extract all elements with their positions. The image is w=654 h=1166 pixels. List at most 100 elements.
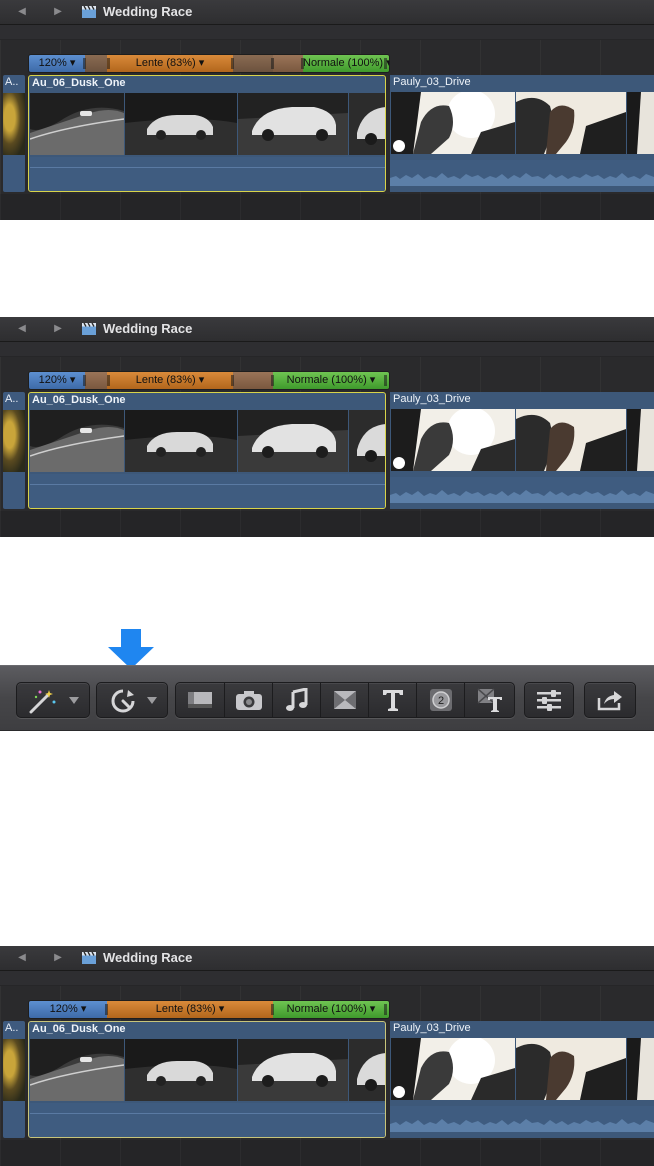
chevron-down-icon[interactable]: ▾	[67, 374, 76, 386]
clip-left-label: A..	[5, 393, 19, 405]
filmstrip-frame	[516, 1038, 626, 1100]
retime-button[interactable]	[96, 682, 168, 718]
speed-segment-label: Normale (100%)	[286, 374, 367, 386]
speed-segment[interactable]: Normale (100%) ▾	[303, 55, 389, 72]
timeline-panel: ◀ ▶ Wedding Race 120% ▾ Lente (83%) ▾ Norm…	[0, 0, 654, 220]
speed-transition-segment[interactable]	[85, 55, 107, 72]
speed-segment[interactable]: 120% ▾	[29, 55, 85, 72]
clip-left[interactable]: A..	[3, 75, 25, 192]
share-button[interactable]	[584, 682, 636, 718]
speed-transition-segment[interactable]	[233, 55, 273, 72]
retime-speed-bar[interactable]: 120% ▾Lente (83%) ▾Normale (100%) ▾	[28, 371, 390, 390]
titles-browser-icon[interactable]	[380, 687, 406, 713]
themes-browser-icon[interactable]	[476, 687, 504, 713]
timeline-header: ◀ ▶ Wedding Race	[0, 317, 654, 342]
clip-main-filmstrip	[30, 1039, 385, 1101]
retime-speed-bar[interactable]: 120% ▾Lente (83%) ▾Normale (100%) ▾	[28, 54, 390, 73]
clip-main-audio	[30, 1103, 385, 1137]
speed-segment[interactable]: Normale (100%) ▾	[273, 372, 389, 389]
speed-handle[interactable]	[384, 375, 387, 386]
transitions-browser-icon[interactable]	[332, 689, 358, 711]
filmstrip-frame	[125, 93, 237, 155]
magic-wand-icon	[29, 690, 56, 714]
chevron-down-icon[interactable]: ▾	[196, 374, 205, 386]
clip-right-name: Pauly_03_Drive	[393, 1022, 471, 1034]
svg-text:2: 2	[438, 695, 444, 707]
chevron-down-icon[interactable]: ▾	[367, 1003, 376, 1015]
speed-segment[interactable]: 120% ▾	[29, 1001, 107, 1018]
clip-main-name: Au_06_Dusk_One	[32, 1023, 126, 1035]
speed-segment[interactable]: Lente (83%) ▾	[107, 55, 233, 72]
speed-transition-segment[interactable]	[233, 372, 273, 389]
back-icon[interactable]: ◀	[14, 950, 30, 966]
speed-segment[interactable]: Lente (83%) ▾	[107, 1001, 273, 1018]
speed-handle[interactable]	[231, 375, 234, 386]
video-browser-icon[interactable]	[186, 689, 214, 711]
speed-handle[interactable]	[83, 58, 86, 69]
speed-transition-segment[interactable]	[273, 55, 303, 72]
timeline-ruler[interactable]	[0, 25, 654, 40]
clip-right-name: Pauly_03_Drive	[393, 76, 471, 88]
speed-handle[interactable]	[301, 58, 304, 69]
timeline-footer	[0, 511, 654, 537]
filmstrip-frame	[238, 1039, 348, 1101]
speed-handle[interactable]	[83, 375, 86, 386]
speed-segment[interactable]: Lente (83%) ▾	[107, 372, 233, 389]
retime-speed-bar[interactable]: 120% ▾Lente (83%) ▾Normale (100%) ▾	[28, 1000, 390, 1019]
chevron-down-icon[interactable]: ▾	[67, 57, 76, 69]
filmstrip-frame	[627, 1038, 654, 1100]
speed-segment-label: Normale (100%)	[286, 1003, 367, 1015]
speed-segment-label: Lente (83%)	[155, 1003, 216, 1015]
speed-handle[interactable]	[271, 375, 274, 386]
speed-handle[interactable]	[271, 58, 274, 69]
inspector-button[interactable]	[524, 682, 574, 718]
chevron-down-icon[interactable]: ▾	[78, 1003, 87, 1015]
back-icon[interactable]: ◀	[14, 321, 30, 337]
filmstrip-frame	[349, 410, 385, 472]
speed-handle[interactable]	[107, 375, 110, 386]
chevron-down-icon[interactable]: ▾	[367, 374, 376, 386]
speed-segment[interactable]: Normale (100%) ▾	[273, 1001, 389, 1018]
clip-left[interactable]: A..	[3, 392, 25, 509]
speed-handle[interactable]	[231, 58, 234, 69]
clip-right-waveform	[390, 1106, 654, 1132]
enhancements-button[interactable]	[16, 682, 90, 718]
clip-right-filmstrip	[391, 1038, 654, 1100]
forward-icon[interactable]: ▶	[50, 950, 66, 966]
clip-left-label: A..	[5, 76, 19, 88]
speed-handle[interactable]	[384, 58, 387, 69]
generators-browser-icon[interactable]: 2	[428, 687, 454, 713]
clip-left-label: A..	[5, 1022, 19, 1034]
chevron-down-icon	[147, 697, 157, 704]
speed-segment[interactable]: 120% ▾	[29, 372, 85, 389]
speed-segment-label: 120%	[38, 57, 67, 69]
clip-right[interactable]: Pauly_03_Drive	[390, 75, 654, 192]
clip-right[interactable]: Pauly_03_Drive	[390, 1021, 654, 1138]
speed-handle[interactable]	[105, 1004, 108, 1015]
selected-clip[interactable]: Au_06_Dusk_One	[28, 1021, 386, 1138]
back-icon[interactable]: ◀	[14, 4, 30, 20]
clip-main-audio	[30, 474, 385, 508]
music-browser-icon[interactable]	[284, 688, 310, 712]
clapperboard-icon	[82, 5, 96, 18]
clip-right[interactable]: Pauly_03_Drive	[390, 392, 654, 509]
clip-main-name: Au_06_Dusk_One	[32, 77, 126, 89]
photo-browser-icon[interactable]	[234, 689, 264, 711]
clip-left[interactable]: A..	[3, 1021, 25, 1138]
timeline-panel: ◀ ▶ Wedding Race 120% ▾ Lente (83%) ▾ Norm…	[0, 317, 654, 537]
speed-handle[interactable]	[384, 1004, 387, 1015]
selected-clip[interactable]: Au_06_Dusk_One	[28, 75, 386, 192]
chevron-down-icon[interactable]: ▾	[216, 1003, 225, 1015]
speed-handle[interactable]	[107, 58, 110, 69]
forward-icon[interactable]: ▶	[50, 321, 66, 337]
forward-icon[interactable]: ▶	[50, 4, 66, 20]
timeline-ruler[interactable]	[0, 342, 654, 357]
speed-segment-label: Lente (83%)	[135, 374, 196, 386]
speed-handle[interactable]	[271, 1004, 274, 1015]
clip-right-filmstrip	[391, 409, 654, 471]
chevron-down-icon[interactable]: ▾	[196, 57, 205, 69]
timeline-ruler[interactable]	[0, 971, 654, 986]
selected-clip[interactable]: Au_06_Dusk_One	[28, 392, 386, 509]
filmstrip-frame	[516, 409, 626, 471]
speed-transition-segment[interactable]	[85, 372, 107, 389]
